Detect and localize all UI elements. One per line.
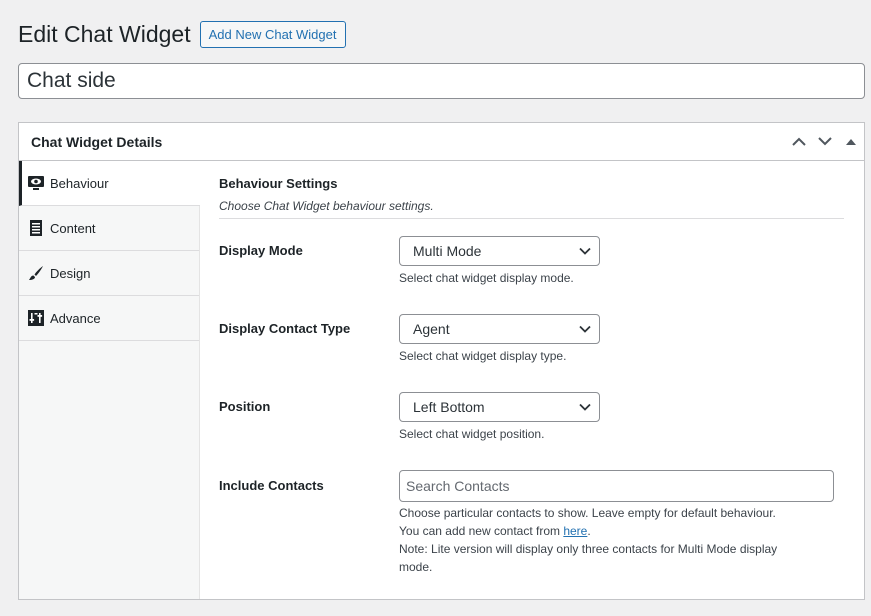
- position-field: Left Bottom Select chat widget position.: [399, 392, 600, 443]
- document-icon: [28, 220, 44, 236]
- help-text: You can add new contact from: [399, 524, 564, 538]
- search-contacts-input[interactable]: Search Contacts: [399, 470, 834, 502]
- display-mode-select[interactable]: Multi Mode: [399, 236, 600, 266]
- include-contacts-field: Search Contacts Choose particular contac…: [399, 470, 834, 576]
- add-contact-link[interactable]: here: [563, 524, 587, 538]
- display-contact-type-value: Agent: [413, 321, 450, 337]
- include-contacts-help-3: Note: Lite version will display only thr…: [399, 542, 778, 556]
- tab-advance[interactable]: Advance: [19, 296, 199, 341]
- tab-design[interactable]: Design: [19, 251, 199, 296]
- page-title: Edit Chat Widget: [18, 21, 191, 47]
- chevron-down-icon: [579, 403, 591, 411]
- admin-tools-icon: [28, 310, 44, 326]
- settings-tabs: Behaviour Content Design Advance: [19, 161, 200, 599]
- brush-icon: [28, 265, 44, 281]
- section-title: Behaviour Settings: [219, 176, 338, 191]
- chevron-down-icon: [818, 137, 832, 146]
- display-mode-field: Multi Mode Select chat widget display mo…: [399, 236, 600, 287]
- include-contacts-help-2: You can add new contact from here.: [399, 522, 834, 540]
- section-divider: [219, 218, 844, 219]
- position-help: Select chat widget position.: [399, 427, 545, 441]
- include-contacts-label: Include Contacts: [219, 478, 324, 493]
- visibility-icon: [28, 175, 44, 191]
- tab-behaviour[interactable]: Behaviour: [19, 161, 200, 206]
- include-contacts-help-4: mode.: [399, 560, 433, 574]
- include-contacts-help-1: Choose particular contacts to show. Leav…: [399, 506, 776, 520]
- chevron-down-icon: [579, 247, 591, 255]
- widget-title-input[interactable]: Chat side: [18, 63, 865, 99]
- handle-actions: [786, 123, 864, 160]
- tab-content[interactable]: Content: [19, 206, 199, 251]
- toggle-panel-button[interactable]: [838, 124, 864, 160]
- display-contact-type-label: Display Contact Type: [219, 321, 351, 336]
- add-new-chat-widget-button[interactable]: Add New Chat Widget: [199, 21, 346, 48]
- tab-label: Design: [50, 265, 91, 281]
- chevron-down-icon: [579, 325, 591, 333]
- display-contact-type-field: Agent Select chat widget display type.: [399, 314, 600, 365]
- move-down-button[interactable]: [812, 124, 838, 160]
- display-mode-help: Select chat widget display mode.: [399, 271, 574, 285]
- page-header: Edit Chat Widget Add New Chat Widget: [18, 19, 346, 49]
- chevron-up-icon: [792, 137, 806, 146]
- position-value: Left Bottom: [413, 399, 485, 415]
- display-contact-type-select[interactable]: Agent: [399, 314, 600, 344]
- tab-label: Content: [50, 220, 96, 236]
- help-text: .: [587, 524, 591, 538]
- chat-widget-details-box: Chat Widget Details Behaviour Content De…: [18, 122, 865, 600]
- move-up-button[interactable]: [786, 124, 812, 160]
- position-label: Position: [219, 399, 271, 414]
- postbox-title: Chat Widget Details: [31, 133, 163, 150]
- postbox-header: Chat Widget Details: [19, 123, 864, 161]
- display-mode-value: Multi Mode: [413, 243, 482, 259]
- tab-label: Advance: [50, 310, 101, 326]
- tab-label: Behaviour: [50, 175, 109, 191]
- position-select[interactable]: Left Bottom: [399, 392, 600, 422]
- behaviour-settings-panel: Behaviour Settings Choose Chat Widget be…: [200, 161, 864, 599]
- section-description: Choose Chat Widget behaviour settings.: [219, 199, 434, 213]
- display-mode-label: Display Mode: [219, 243, 303, 258]
- triangle-up-icon: [846, 138, 856, 145]
- display-contact-type-help: Select chat widget display type.: [399, 349, 567, 363]
